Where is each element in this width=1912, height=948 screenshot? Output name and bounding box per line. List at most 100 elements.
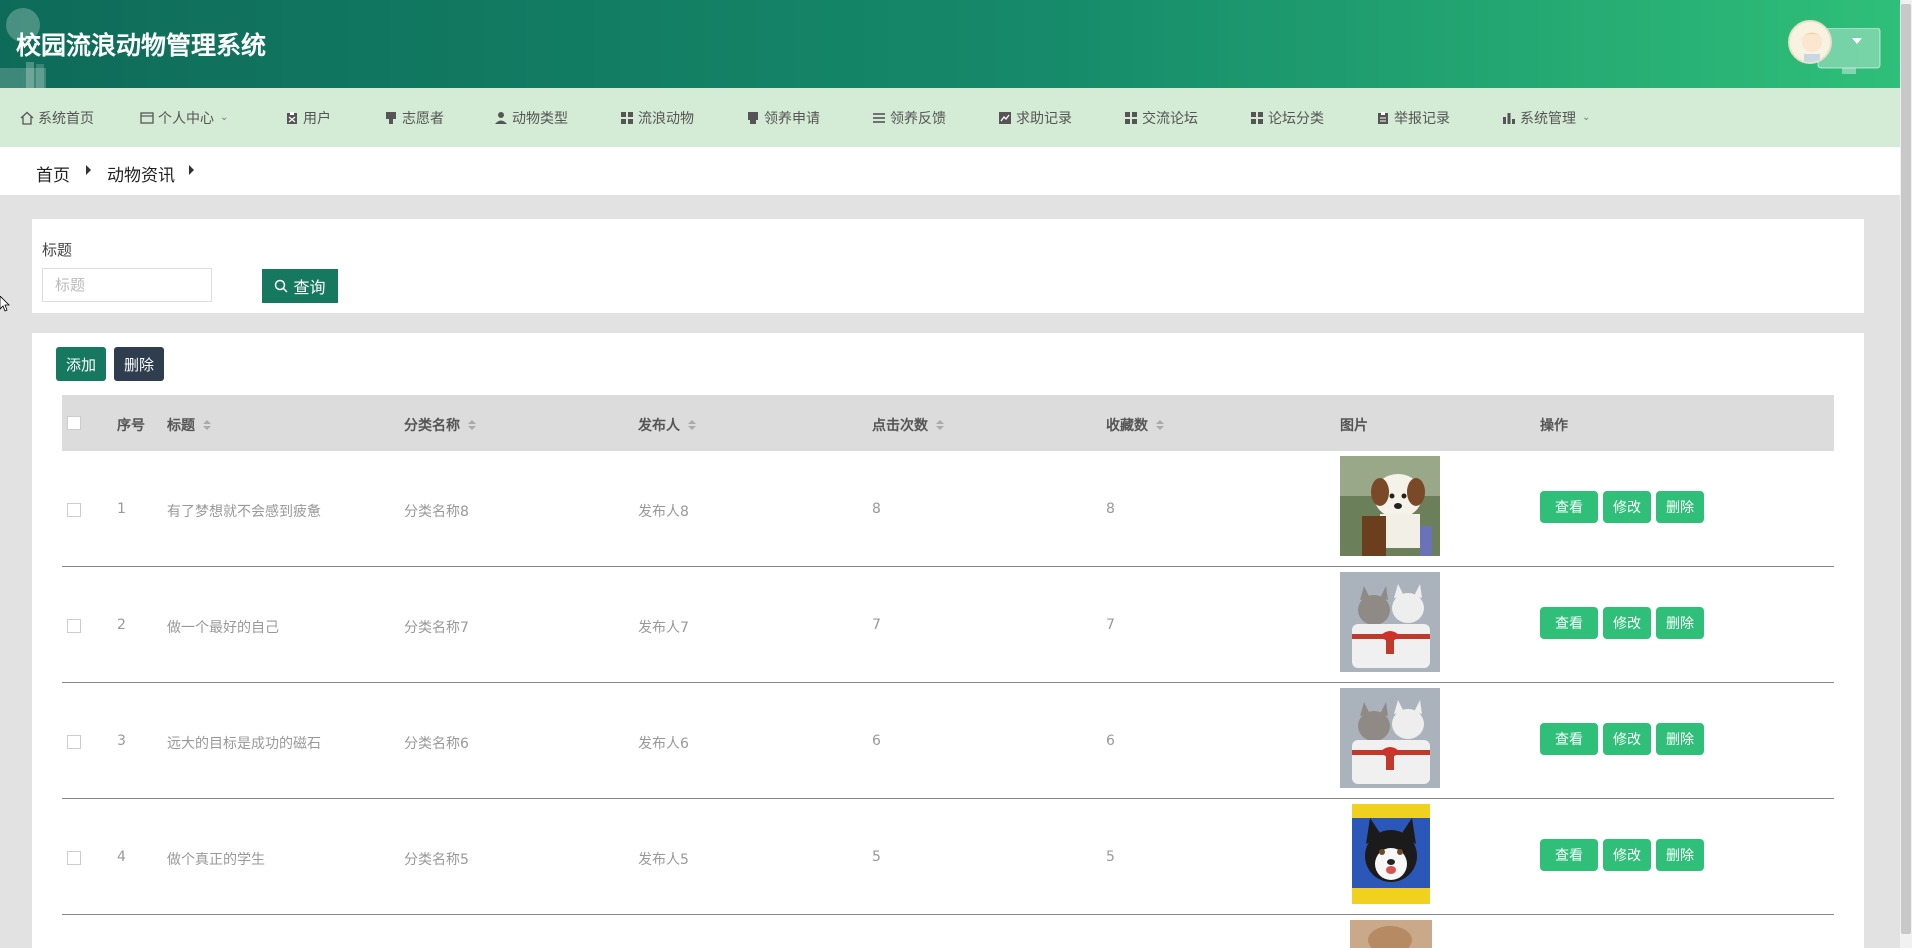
delete-button[interactable]: 删除 bbox=[1656, 607, 1704, 639]
cell-index: 4 bbox=[117, 849, 126, 865]
column-header-title[interactable]: 标题 bbox=[167, 415, 211, 435]
kittens-basket-photo[interactable] bbox=[1340, 688, 1440, 788]
cell-clicks: 5 bbox=[872, 849, 881, 865]
cell-category: 分类名称6 bbox=[404, 736, 469, 752]
breadcrumb-current[interactable]: 动物资讯 bbox=[107, 161, 175, 186]
nav-label: 领养申请 bbox=[764, 110, 820, 127]
batch-delete-button[interactable]: 删除 bbox=[114, 347, 164, 381]
person-icon bbox=[494, 111, 508, 125]
list-icon bbox=[872, 111, 886, 125]
row-checkbox[interactable] bbox=[67, 503, 81, 517]
search-title-input[interactable] bbox=[42, 268, 212, 302]
column-header-actions: 操作 bbox=[1540, 418, 1568, 434]
cell-clicks: 7 bbox=[872, 617, 881, 633]
cell-publisher: 发布人8 bbox=[638, 504, 689, 520]
edit-button[interactable]: 修改 bbox=[1603, 491, 1651, 523]
cell-publisher: 发布人5 bbox=[638, 852, 689, 868]
breadcrumb bbox=[0, 147, 1900, 195]
row-checkbox[interactable] bbox=[67, 735, 81, 749]
nav-label: 举报记录 bbox=[1394, 110, 1450, 127]
table-header bbox=[62, 395, 1834, 451]
nav-item-adoption-applications[interactable]: 领养申请 bbox=[746, 88, 820, 147]
delete-button[interactable]: 删除 bbox=[1656, 839, 1704, 871]
cell-title: 有了梦想就不会感到疲惫 bbox=[167, 504, 321, 520]
id-card-icon bbox=[140, 111, 154, 125]
column-header-publisher[interactable]: 发布人 bbox=[638, 415, 696, 435]
nav-item-adoption-feedback[interactable]: 领养反馈 bbox=[872, 88, 946, 147]
cell-favorites: 5 bbox=[1106, 849, 1115, 865]
nav-item-volunteers[interactable]: 志愿者 bbox=[384, 88, 444, 147]
view-button[interactable]: 查看 bbox=[1540, 607, 1598, 639]
kittens-basket-photo[interactable] bbox=[1340, 572, 1440, 672]
edit-button[interactable]: 修改 bbox=[1603, 839, 1651, 871]
edit-button[interactable]: 修改 bbox=[1603, 723, 1651, 755]
scrollbar-thumb[interactable] bbox=[1901, 4, 1911, 934]
grid-icon bbox=[620, 111, 634, 125]
search-button[interactable]: 查询 bbox=[262, 269, 338, 303]
add-button[interactable]: 添加 bbox=[56, 347, 106, 381]
chevron-down-icon: ⌄ bbox=[220, 112, 229, 123]
row-checkbox[interactable] bbox=[67, 619, 81, 633]
column-header-category[interactable]: 分类名称 bbox=[404, 415, 476, 435]
sort-icon[interactable] bbox=[1156, 420, 1164, 430]
nav-label: 志愿者 bbox=[402, 110, 444, 127]
cell-title: 做一个最好的自己 bbox=[167, 620, 279, 636]
user-avatar[interactable] bbox=[1788, 20, 1832, 64]
sort-icon[interactable] bbox=[688, 420, 696, 430]
cell-publisher: 发布人6 bbox=[638, 736, 689, 752]
view-button[interactable]: 查看 bbox=[1540, 723, 1598, 755]
delete-button[interactable]: 删除 bbox=[1656, 723, 1704, 755]
view-button[interactable]: 查看 bbox=[1540, 839, 1598, 871]
nav-label: 交流论坛 bbox=[1142, 110, 1198, 127]
view-button[interactable]: 查看 bbox=[1540, 491, 1598, 523]
nav-label: 系统管理 bbox=[1520, 110, 1576, 127]
nav-label: 动物类型 bbox=[512, 110, 568, 127]
nav-item-personal-center[interactable]: 个人中心 ⌄ bbox=[140, 88, 228, 147]
search-title-label: 标题 bbox=[42, 241, 73, 259]
search-button-label: 查询 bbox=[293, 278, 326, 297]
select-all-checkbox[interactable] bbox=[67, 416, 81, 430]
cell-publisher: 发布人7 bbox=[638, 620, 689, 636]
cell-index: 1 bbox=[117, 501, 126, 517]
cell-title: 远大的目标是成功的磁石 bbox=[167, 736, 321, 752]
nav-label: 求助记录 bbox=[1016, 110, 1072, 127]
stamp-icon bbox=[384, 111, 398, 125]
breadcrumb-separator-icon bbox=[86, 165, 91, 175]
row-checkbox[interactable] bbox=[67, 851, 81, 865]
nav-item-forum[interactable]: 交流论坛 bbox=[1124, 88, 1198, 147]
nav-label: 领养反馈 bbox=[890, 110, 946, 127]
husky-puppy-photo[interactable] bbox=[1352, 804, 1430, 904]
nav-item-stray-animals[interactable]: 流浪动物 bbox=[620, 88, 694, 147]
cell-category: 分类名称8 bbox=[404, 504, 469, 520]
nav-item-home[interactable]: 系统首页 bbox=[20, 88, 94, 147]
nav-label: 流浪动物 bbox=[638, 110, 694, 127]
nav-item-system-management[interactable]: 系统管理 ⌄ bbox=[1502, 88, 1590, 147]
cell-clicks: 6 bbox=[872, 733, 881, 749]
column-header-index: 序号 bbox=[117, 418, 145, 434]
sort-icon[interactable] bbox=[936, 420, 944, 430]
cell-favorites: 6 bbox=[1106, 733, 1115, 749]
puppy-photo[interactable] bbox=[1340, 456, 1440, 556]
nav-item-users[interactable]: 用户 bbox=[285, 88, 331, 147]
tray-icon bbox=[746, 111, 760, 125]
column-header-favorites[interactable]: 收藏数 bbox=[1106, 415, 1164, 435]
delete-button[interactable]: 删除 bbox=[1656, 491, 1704, 523]
sort-icon[interactable] bbox=[468, 420, 476, 430]
grid-icon bbox=[1124, 111, 1138, 125]
nav-item-help-records[interactable]: 求助记录 bbox=[998, 88, 1072, 147]
mouse-cursor-icon bbox=[0, 296, 10, 312]
column-header-clicks[interactable]: 点击次数 bbox=[872, 415, 944, 435]
nav-label: 个人中心 bbox=[158, 110, 214, 127]
animal-photo-partial[interactable] bbox=[1350, 920, 1432, 948]
breadcrumb-home[interactable]: 首页 bbox=[36, 161, 70, 186]
nav-item-forum-categories[interactable]: 论坛分类 bbox=[1250, 88, 1324, 147]
chart-icon bbox=[998, 111, 1012, 125]
nav-item-report-records[interactable]: 举报记录 bbox=[1376, 88, 1450, 147]
cell-favorites: 8 bbox=[1106, 501, 1115, 517]
edit-button[interactable]: 修改 bbox=[1603, 607, 1651, 639]
clipboard-icon bbox=[285, 111, 299, 125]
sort-icon[interactable] bbox=[203, 420, 211, 430]
nav-label: 系统首页 bbox=[38, 110, 94, 127]
nav-item-animal-types[interactable]: 动物类型 bbox=[494, 88, 568, 147]
books-decoration-icon bbox=[0, 62, 46, 88]
